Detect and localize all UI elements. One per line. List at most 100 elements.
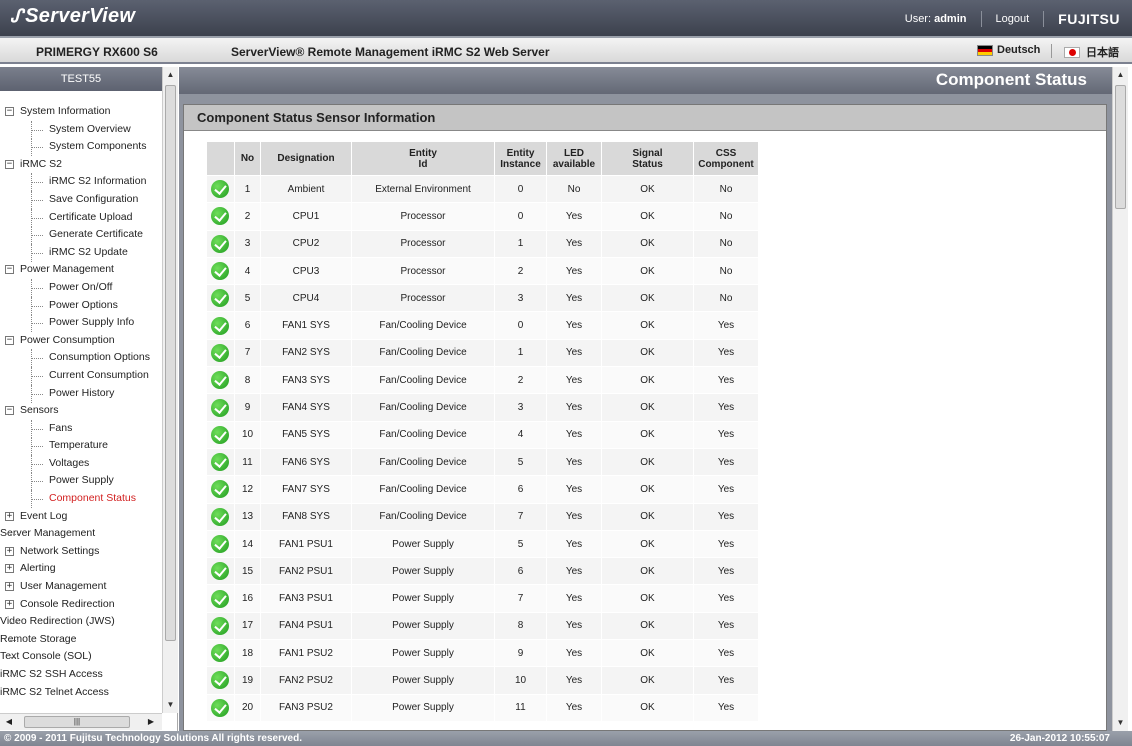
sidebar-vertical-scrollbar[interactable]: ▲ ▼ — [162, 67, 178, 713]
sidebar-horizontal-scrollbar[interactable]: ◀ ||| ▶ — [0, 713, 162, 730]
sidebar-item-alerting[interactable]: + Alerting — [0, 560, 162, 578]
status-cell — [206, 257, 235, 286]
signal-status-cell: OK — [601, 393, 694, 422]
sidebar-item-power-supply[interactable]: Power Supply — [0, 472, 162, 491]
sidebar-item-network-settings[interactable]: + Network Settings — [0, 543, 162, 561]
sidebar-item-system-overview[interactable]: System Overview — [0, 120, 162, 139]
entity-id-cell: Power Supply — [351, 530, 495, 559]
status-ok-icon — [211, 316, 230, 335]
table-header-row: No Designation Entity Id Entity Instance LED… — [206, 141, 759, 176]
sidebar-scroll-thumb[interactable] — [165, 85, 176, 641]
expand-icon[interactable]: + — [5, 599, 14, 609]
entity-id-cell: Power Supply — [351, 557, 495, 586]
sidebar-item-save-configuration[interactable]: Save Configuration — [0, 190, 162, 209]
sidebar-item-voltages[interactable]: Voltages — [0, 454, 162, 473]
sidebar-item-irmc-s2-telnet-access[interactable]: iRMC S2 Telnet Access — [0, 684, 162, 702]
japanese-flag-icon — [1064, 46, 1080, 58]
sidebar-item-power-options[interactable]: Power Options — [0, 296, 162, 315]
signal-status-cell: OK — [601, 230, 694, 258]
sidebar-item-console-redirection[interactable]: + Console Redirection — [0, 596, 162, 614]
sidebar-item-irmc-s2-information[interactable]: iRMC S2 Information — [0, 173, 162, 191]
sidebar-item-remote-storage[interactable]: Remote Storage — [0, 631, 162, 649]
css-component-cell: Yes — [693, 694, 759, 722]
row-number: 1 — [234, 175, 261, 204]
sidebar-item-power-history[interactable]: Power History — [0, 384, 162, 403]
designation-cell: CPU4 — [260, 284, 352, 313]
user-label: User: — [904, 13, 932, 25]
sidebar-item-temperature[interactable]: Temperature — [0, 437, 162, 455]
collapse-icon[interactable]: − — [5, 159, 14, 169]
entity-id-cell: Fan/Cooling Device — [351, 421, 495, 449]
scroll-down-arrow-icon[interactable]: ▼ — [1113, 715, 1128, 731]
sidebar-item-power-on-off[interactable]: Power On/Off — [0, 278, 162, 297]
status-cell — [206, 557, 235, 586]
led-available-cell: Yes — [546, 421, 602, 449]
sidebar-item-component-status[interactable]: Component Status — [0, 490, 162, 508]
entity-id-cell: Fan/Cooling Device — [351, 393, 495, 422]
expand-icon[interactable]: + — [5, 511, 14, 521]
sidebar-item-label: Event Log — [20, 509, 68, 522]
css-component-cell: Yes — [693, 584, 759, 613]
expand-icon[interactable]: + — [5, 582, 14, 592]
collapse-icon[interactable]: − — [5, 265, 14, 275]
sidebar-item-sensors[interactable]: − Sensors — [0, 402, 162, 420]
entity-instance-cell: 0 — [494, 175, 547, 204]
sidebar-item-label: Power Supply — [49, 474, 114, 487]
css-component-cell: Yes — [693, 311, 759, 340]
scroll-up-arrow-icon[interactable]: ▲ — [1113, 67, 1128, 83]
scroll-down-arrow-icon[interactable]: ▼ — [163, 697, 178, 713]
language-deutsch-link[interactable]: Deutsch — [977, 44, 1040, 56]
entity-id-cell: Processor — [351, 257, 495, 286]
entity-instance-cell: 0 — [494, 311, 547, 340]
led-available-cell: Yes — [546, 284, 602, 313]
expand-icon[interactable]: + — [5, 564, 14, 574]
row-number: 5 — [234, 284, 261, 313]
sidebar-item-user-management[interactable]: + User Management — [0, 578, 162, 596]
sidebar-item-label: System Overview — [49, 122, 131, 135]
sidebar-item-server-management[interactable]: Server Management — [0, 525, 162, 543]
designation-cell: FAN2 SYS — [260, 339, 352, 368]
css-component-cell: Yes — [693, 448, 759, 477]
sidebar-item-video-redirection-jws[interactable]: Video Redirection (JWS) — [0, 613, 162, 631]
designation-cell: FAN5 SYS — [260, 421, 352, 449]
sidebar-item-irmc-s2-ssh-access[interactable]: iRMC S2 SSH Access — [0, 666, 162, 684]
sidebar-item-power-consumption[interactable]: − Power Consumption — [0, 332, 162, 350]
sidebar-item-certificate-upload[interactable]: Certificate Upload — [0, 208, 162, 227]
sidebar-item-label: User Management — [20, 580, 107, 593]
sidebar-hscroll-thumb[interactable]: ||| — [24, 716, 130, 728]
css-component-cell: Yes — [693, 366, 759, 395]
language-japanese-link[interactable]: 日本語 — [1064, 44, 1119, 60]
sidebar-item-power-management[interactable]: − Power Management — [0, 261, 162, 279]
sidebar-item-fans[interactable]: Fans — [0, 419, 162, 438]
divider — [980, 11, 982, 27]
expand-icon[interactable]: + — [5, 546, 14, 556]
sidebar-item-power-supply-info[interactable]: Power Supply Info — [0, 314, 162, 332]
sidebar-item-current-consumption[interactable]: Current Consumption — [0, 366, 162, 385]
main-vertical-scrollbar[interactable]: ▲ ▼ — [1112, 67, 1128, 731]
row-number: 3 — [234, 230, 261, 258]
scroll-left-arrow-icon[interactable]: ◀ — [2, 714, 16, 730]
sidebar-item-consumption-options[interactable]: Consumption Options — [0, 349, 162, 367]
main-scroll-thumb[interactable] — [1115, 85, 1126, 209]
logout-link[interactable]: Logout — [996, 13, 1030, 25]
collapse-icon[interactable]: − — [5, 406, 14, 416]
sidebar-item-irmc-s2-update[interactable]: iRMC S2 Update — [0, 243, 162, 262]
collapse-icon[interactable]: − — [5, 335, 14, 345]
serverview-swirl-icon: ᔑ — [10, 6, 24, 26]
scroll-right-arrow-icon[interactable]: ▶ — [144, 714, 158, 730]
sidebar-item-irmc-s2[interactable]: − iRMC S2 — [0, 156, 162, 174]
entity-id-cell: Fan/Cooling Device — [351, 311, 495, 340]
css-component-cell: No — [693, 202, 759, 231]
collapse-icon[interactable]: − — [5, 107, 14, 116]
led-available-cell: Yes — [546, 339, 602, 368]
sidebar-item-system-components[interactable]: System Components — [0, 138, 162, 156]
entity-instance-cell: 6 — [494, 475, 547, 504]
sidebar-item-generate-certificate[interactable]: Generate Certificate — [0, 226, 162, 244]
scroll-up-arrow-icon[interactable]: ▲ — [163, 67, 178, 83]
sidebar-item-text-console-sol[interactable]: Text Console (SOL) — [0, 648, 162, 666]
sidebar-item-system-information[interactable]: − System Information — [0, 103, 162, 121]
sidebar-item-label: Power History — [49, 386, 115, 399]
sidebar-item-event-log[interactable]: + Event Log — [0, 508, 162, 526]
signal-status-cell: OK — [601, 666, 694, 695]
designation-cell: CPU3 — [260, 257, 352, 286]
